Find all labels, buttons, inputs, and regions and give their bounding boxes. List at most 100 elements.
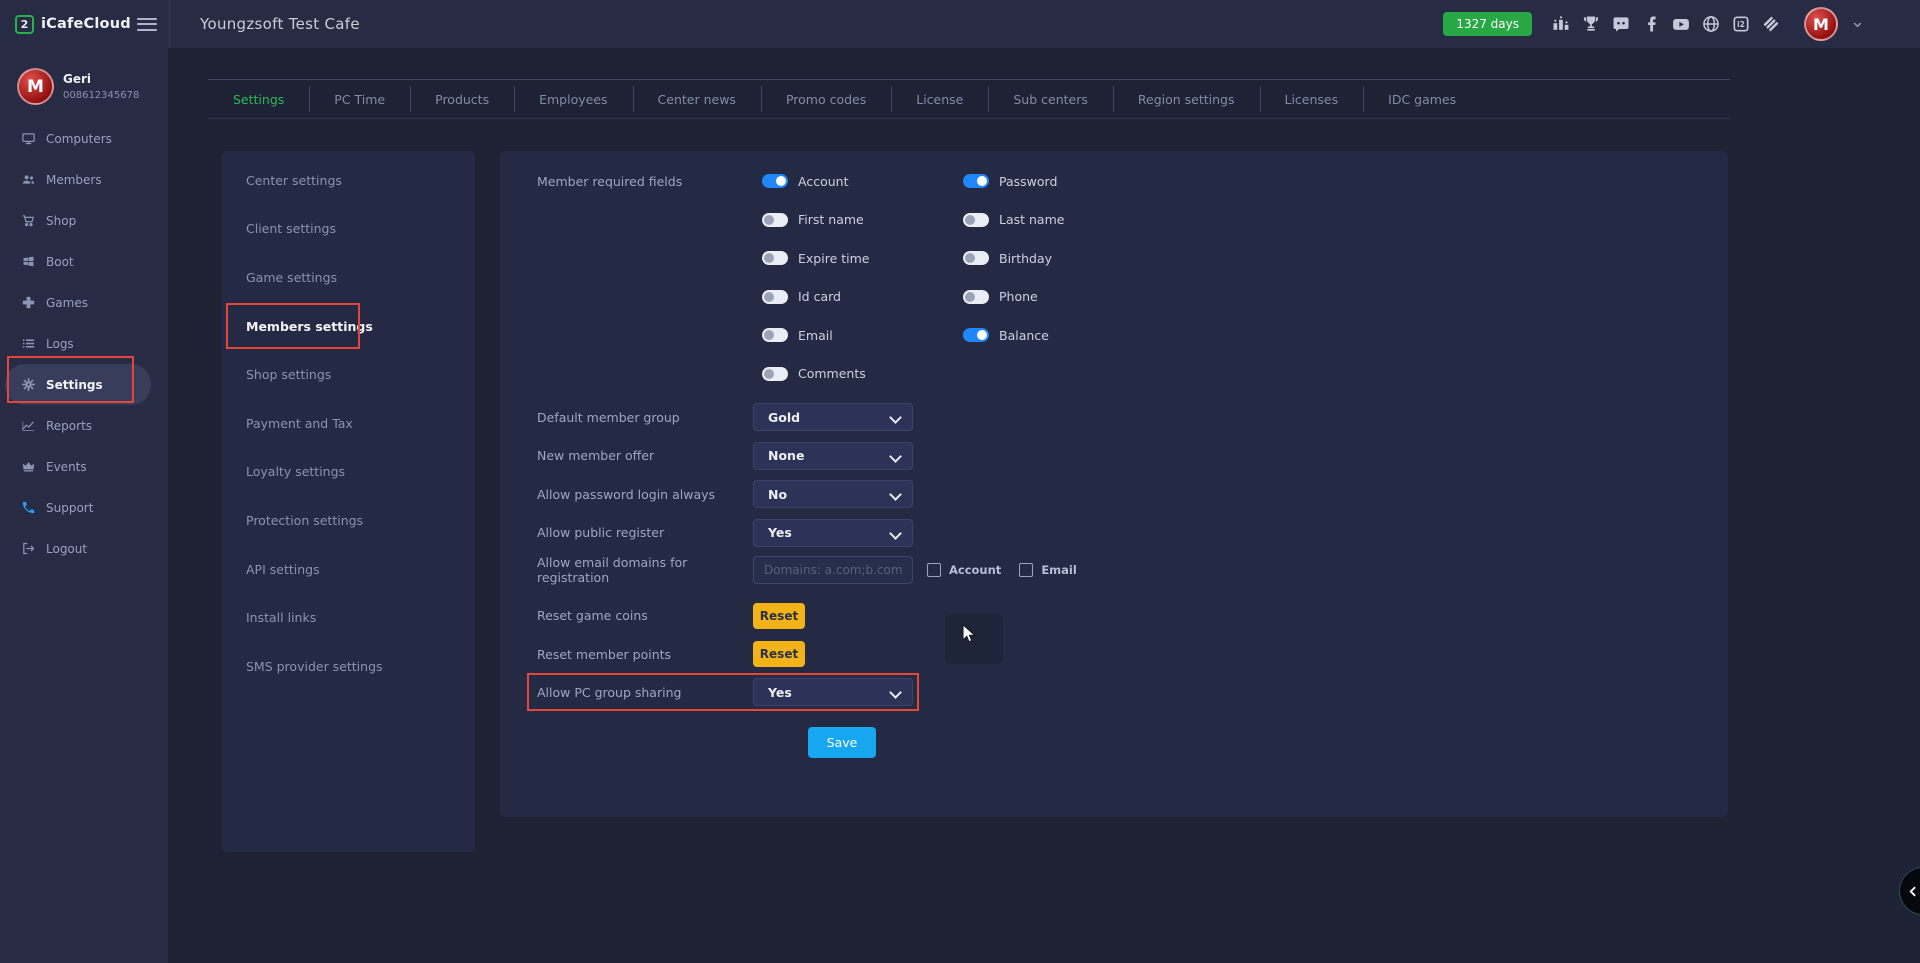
trophy-icon[interactable] xyxy=(1580,13,1602,35)
tab[interactable]: PC Time xyxy=(309,92,410,107)
toggle-knob xyxy=(965,215,975,225)
tab[interactable]: License xyxy=(891,92,988,107)
sidebar-item-boot[interactable]: Boot xyxy=(5,241,151,282)
toggle-switch[interactable] xyxy=(762,251,788,265)
toggle-switch[interactable] xyxy=(963,174,989,188)
toggle-row: Password xyxy=(963,174,1064,188)
reset-rows: Reset game coins Reset Reset member poin… xyxy=(537,602,805,679)
toggle-row: Balance xyxy=(963,328,1064,342)
sidebar-item-reports[interactable]: Reports xyxy=(5,405,151,446)
settings-subnav-item[interactable]: API settings xyxy=(222,545,475,594)
dropdown-select[interactable]: Gold xyxy=(753,403,913,431)
settings-subnav-item[interactable]: Loyalty settings xyxy=(222,448,475,497)
sidebar-item-logs[interactable]: Logs xyxy=(5,323,151,364)
sidebar-item-label: Logout xyxy=(46,542,87,556)
toggle-switch[interactable] xyxy=(762,328,788,342)
reset-button[interactable]: Reset xyxy=(753,641,805,667)
dropdown-select[interactable]: None xyxy=(753,442,913,470)
toggle-switch[interactable] xyxy=(963,290,989,304)
sidebar-item-support[interactable]: Support xyxy=(5,487,151,528)
user-avatar[interactable]: M xyxy=(1804,7,1838,41)
form-row-label: Reset game coins xyxy=(537,608,753,623)
tab[interactable]: Region settings xyxy=(1113,92,1260,107)
toggle-label: First name xyxy=(798,212,864,227)
settings-subnav-item[interactable]: SMS provider settings xyxy=(222,642,475,691)
sidebar-item-settings[interactable]: Settings xyxy=(5,364,151,405)
settings-subnav: Center settings Client settings Game set… xyxy=(222,151,475,852)
dropdown-select[interactable]: Yes xyxy=(753,519,913,547)
settings-subnav-item[interactable]: Game settings xyxy=(222,253,475,302)
tab[interactable]: IDC games xyxy=(1363,92,1481,107)
toggle-switch[interactable] xyxy=(762,213,788,227)
sidebar-item-computers[interactable]: Computers xyxy=(5,118,151,159)
sidebar-item-label: Reports xyxy=(46,419,92,433)
email-checkbox[interactable]: Email xyxy=(1019,563,1076,577)
youngzsoft-layers-icon[interactable] xyxy=(1760,13,1782,35)
tab[interactable]: Center news xyxy=(633,92,761,107)
toggle-knob xyxy=(764,330,774,340)
dropdown-value: None xyxy=(768,448,804,463)
sidebar-item-events[interactable]: Events xyxy=(5,446,151,487)
toggle-label: Birthday xyxy=(999,251,1052,266)
toggle-label: Balance xyxy=(999,328,1049,343)
toggle-switch[interactable] xyxy=(762,174,788,188)
toggle-label: Id card xyxy=(798,289,841,304)
toggle-label: Last name xyxy=(999,212,1064,227)
settings-subnav-item[interactable]: Protection settings xyxy=(222,496,475,545)
games-icon xyxy=(20,295,36,311)
discord-icon[interactable] xyxy=(1610,13,1632,35)
toggle-switch[interactable] xyxy=(963,213,989,227)
tab[interactable]: Licenses xyxy=(1260,92,1364,107)
tab-label: Promo codes xyxy=(786,92,866,107)
form-row: Allow public register Yes xyxy=(537,519,913,547)
sidebar-item-members[interactable]: Members xyxy=(5,159,151,200)
tab-label: Settings xyxy=(233,92,284,107)
sidebar-item-games[interactable]: Games xyxy=(5,282,151,323)
youtube-icon[interactable] xyxy=(1670,13,1692,35)
toggle-label: Email xyxy=(798,328,833,343)
ranking-podium-icon[interactable] xyxy=(1550,13,1572,35)
chevron-down-icon[interactable] xyxy=(1852,15,1863,34)
facebook-icon[interactable] xyxy=(1640,13,1662,35)
tab[interactable]: Employees xyxy=(514,92,632,107)
tab[interactable]: Promo codes xyxy=(761,92,891,107)
settings-subnav-item[interactable]: Members settings xyxy=(222,302,475,351)
toggle-switch[interactable] xyxy=(963,328,989,342)
toggle-knob xyxy=(764,292,774,302)
settings-subnav-item[interactable]: Payment and Tax xyxy=(222,399,475,448)
settings-subnav-item[interactable]: Shop settings xyxy=(222,350,475,399)
form-row-label: Reset member points xyxy=(537,647,753,662)
tab-label: IDC games xyxy=(1388,92,1456,107)
sidebar-item-label: Support xyxy=(46,501,93,515)
tab[interactable]: Sub centers xyxy=(988,92,1113,107)
form-row-label: Default member group xyxy=(537,410,753,425)
days-remaining-badge[interactable]: 1327 days xyxy=(1443,12,1532,36)
tab[interactable]: Products xyxy=(410,92,514,107)
settings-subnav-item[interactable]: Client settings xyxy=(222,205,475,254)
sidebar-item-shop[interactable]: Shop xyxy=(5,200,151,241)
form-row: Reset game coins Reset xyxy=(537,602,805,629)
subnav-item-label: Loyalty settings xyxy=(246,464,345,479)
tab-label: Licenses xyxy=(1285,92,1339,107)
header-bar: 2 iCafeCloud Youngzsoft Test Cafe 1327 d… xyxy=(0,0,1920,48)
toggle-knob xyxy=(977,176,987,186)
toggle-switch[interactable] xyxy=(762,367,788,381)
reset-button[interactable]: Reset xyxy=(753,603,805,629)
settings-subnav-item[interactable]: Install links xyxy=(222,593,475,642)
account-checkbox[interactable]: Account xyxy=(927,563,1001,577)
sidebar-item-logout[interactable]: Logout xyxy=(5,528,151,569)
email-domains-input[interactable] xyxy=(753,556,913,584)
hamburger-menu-icon[interactable] xyxy=(137,18,157,31)
settings-subnav-item[interactable]: Center settings xyxy=(222,156,475,205)
dropdown-select[interactable]: No xyxy=(753,480,913,508)
toggle-switch[interactable] xyxy=(963,251,989,265)
toggle-switch[interactable] xyxy=(762,290,788,304)
save-button[interactable]: Save xyxy=(808,727,876,758)
logo-block: 2 iCafeCloud xyxy=(0,0,170,48)
globe-icon[interactable] xyxy=(1700,13,1722,35)
toggle-label: Expire time xyxy=(798,251,869,266)
form-row-label: Allow public register xyxy=(537,525,753,540)
tab[interactable]: Settings xyxy=(208,92,309,107)
pc-group-sharing-select[interactable]: Yes xyxy=(753,678,913,706)
icafecloud-site-icon[interactable]: i2 xyxy=(1730,13,1752,35)
